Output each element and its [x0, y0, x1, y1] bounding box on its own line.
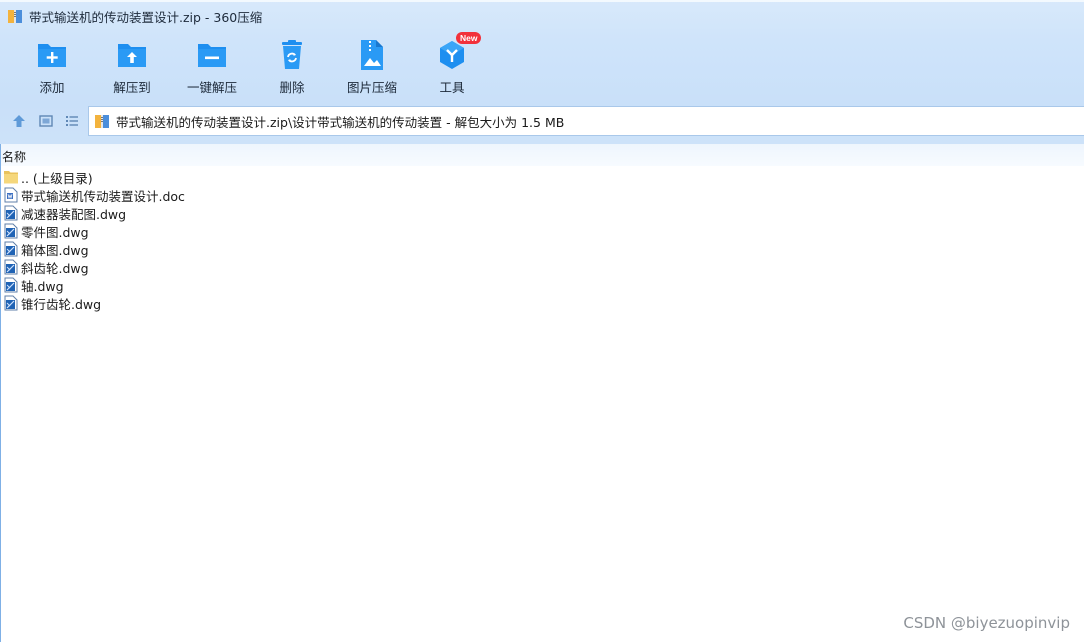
list-item[interactable]: 减速器装配图.dwg — [0, 204, 1084, 222]
list-item-parent-dir[interactable]: .. (上级目录) — [0, 168, 1084, 186]
image-compress-button[interactable]: 图片压缩 — [332, 38, 412, 98]
image-compress-label: 图片压缩 — [346, 80, 397, 95]
address-path: 带式输送机的传动装置设计.zip\设计带式输送机的传动装置 - 解包大小为 1.… — [116, 114, 565, 130]
file-name: .. (上级目录) — [21, 170, 93, 186]
extract-to-button[interactable]: 解压到 — [92, 38, 172, 98]
file-list: .. (上级目录) 带式输送机传动装置设计.doc 减速器装配图.dwg 零件图… — [0, 168, 1084, 312]
list-view-button[interactable] — [64, 113, 80, 129]
tools-label: 工具 — [439, 80, 465, 95]
one-click-extract-button[interactable]: 一键解压 — [172, 38, 252, 98]
extract-to-label: 解压到 — [113, 80, 151, 95]
address-bar[interactable]: 带式输送机的传动装置设计.zip\设计带式输送机的传动装置 - 解包大小为 1.… — [88, 106, 1084, 136]
file-name: 锥行齿轮.dwg — [21, 296, 102, 312]
watermark: CSDN @biyezuopinvip — [903, 614, 1070, 632]
list-view-icon — [66, 116, 78, 126]
file-name: 轴.dwg — [21, 278, 64, 294]
dwg-file-icon — [3, 259, 19, 275]
list-item[interactable]: 斜齿轮.dwg — [0, 258, 1084, 276]
up-level-button[interactable] — [11, 113, 27, 129]
add-label: 添加 — [39, 80, 65, 95]
list-item[interactable]: 轴.dwg — [0, 276, 1084, 294]
main-toolbar: 添加 解压到 一键解压 删除 图片压缩 New 工具 — [12, 32, 492, 98]
file-name: 带式输送机传动装置设计.doc — [21, 188, 185, 204]
add-folder-icon — [35, 38, 69, 72]
toolbar-area: 带式输送机的传动装置设计.zip - 360压缩 添加 解压到 一键解压 删除 … — [0, 0, 1084, 144]
folder-icon — [3, 169, 19, 185]
one-click-extract-label: 一键解压 — [186, 80, 237, 95]
title-bar: 带式输送机的传动装置设计.zip - 360压缩 — [0, 4, 262, 28]
list-item[interactable]: 箱体图.dwg — [0, 240, 1084, 258]
window-title: 带式输送机的传动装置设计.zip - 360压缩 — [29, 9, 263, 25]
new-badge: New — [456, 32, 482, 44]
extract-to-icon — [115, 38, 149, 72]
file-name: 零件图.dwg — [21, 224, 89, 240]
dwg-file-icon — [3, 223, 19, 239]
thumbnail-view-icon — [39, 115, 53, 127]
list-item[interactable]: 零件图.dwg — [0, 222, 1084, 240]
column-name-header[interactable]: 名称 — [2, 148, 26, 165]
address-row: 带式输送机的传动装置设计.zip\设计带式输送机的传动装置 - 解包大小为 1.… — [0, 106, 1084, 136]
dwg-file-icon — [3, 277, 19, 293]
delete-label: 删除 — [279, 80, 305, 95]
thumbnail-view-button[interactable] — [38, 113, 54, 129]
list-item[interactable]: 带式输送机传动装置设计.doc — [0, 186, 1084, 204]
image-compress-icon — [355, 38, 389, 72]
column-header: 名称 — [0, 144, 1084, 166]
file-name: 箱体图.dwg — [21, 242, 89, 258]
one-click-extract-icon — [195, 38, 229, 72]
app-window: 带式输送机的传动装置设计.zip - 360压缩 添加 解压到 一键解压 删除 … — [0, 0, 1084, 642]
top-edge — [0, 0, 1084, 2]
dwg-file-icon — [3, 205, 19, 221]
tools-button[interactable]: New 工具 — [412, 32, 492, 98]
add-button[interactable]: 添加 — [12, 38, 92, 98]
delete-button[interactable]: 删除 — [252, 38, 332, 98]
dwg-file-icon — [3, 241, 19, 257]
dwg-file-icon — [3, 295, 19, 311]
archive-icon — [94, 113, 110, 129]
doc-file-icon — [3, 187, 19, 203]
recycle-bin-icon — [275, 38, 309, 72]
arrow-up-icon — [13, 115, 25, 127]
file-name: 减速器装配图.dwg — [21, 206, 127, 222]
archive-app-icon — [7, 8, 23, 24]
file-name: 斜齿轮.dwg — [21, 260, 89, 276]
list-item[interactable]: 锥行齿轮.dwg — [0, 294, 1084, 312]
